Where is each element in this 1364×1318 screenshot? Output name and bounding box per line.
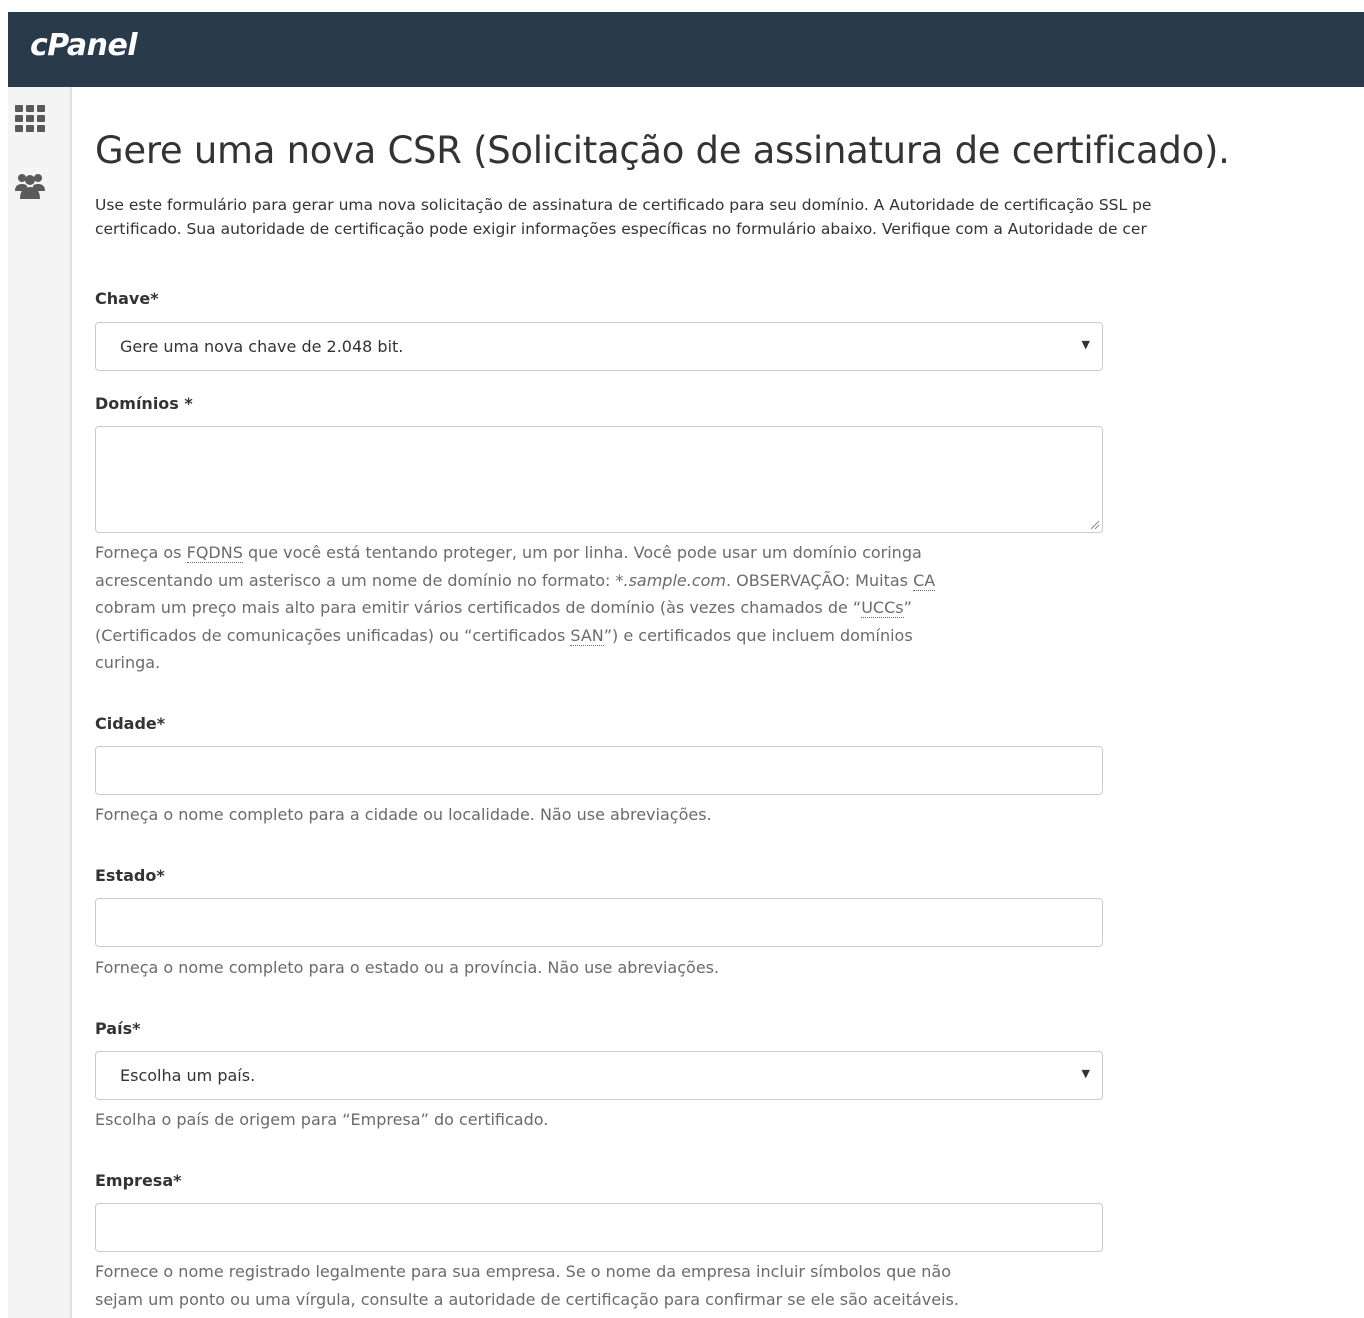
country-select-value: Escolha um país. [120, 1066, 256, 1085]
help-text: Forneça os [95, 543, 187, 562]
caret-down-icon: ▼ [1081, 1067, 1090, 1080]
state-help: Forneça o nome completo para o estado ou… [95, 958, 720, 977]
key-select[interactable]: Gere uma nova chave de 2.048 bit. ▼ [95, 322, 1103, 371]
domains-label: Domínios * [95, 394, 193, 413]
domains-help: Forneça os FQDNS que você está tentando … [95, 539, 1105, 677]
help-text: cobram um preço mais alto para emitir vá… [95, 598, 862, 617]
city-label: Cidade* [95, 714, 166, 733]
sidebar [8, 87, 72, 1318]
state-label: Estado* [95, 866, 165, 885]
help-text: (Certificados de comunicações unificadas… [95, 625, 571, 645]
top-navbar: cPanel [8, 12, 1364, 87]
state-input[interactable] [95, 898, 1103, 947]
help-text: que você está tentando proteger, um por … [242, 543, 922, 562]
country-label: País* [95, 1019, 141, 1038]
ca-abbr: CA [913, 570, 936, 591]
uccs-abbr: UCCs [861, 598, 904, 618]
fqdns-abbr: FQDNS [186, 543, 243, 563]
help-text: Fornece o nome registrado legalmente par… [95, 1262, 952, 1281]
cpanel-logo[interactable]: cPanel [30, 28, 138, 63]
users-icon[interactable] [14, 169, 46, 201]
help-text: acrescentando um asterisco a um nome de … [95, 570, 616, 590]
help-text: ”) e certificados que incluem domínios [603, 625, 913, 645]
page-title: Gere uma nova CSR (Solicitação de assina… [95, 129, 1230, 172]
help-text: . OBSERVAÇÃO: Muitas [726, 570, 914, 590]
sample-domain: *.sample.com [615, 570, 726, 590]
country-help: Escolha o país de origem para “Empresa” … [95, 1110, 549, 1129]
help-text: curinga. [95, 653, 161, 672]
company-help: Fornece o nome registrado legalmente par… [95, 1258, 1105, 1313]
grid-icon[interactable] [14, 103, 46, 135]
domains-textarea[interactable] [95, 426, 1103, 533]
help-text: sejam um ponto ou uma vírgula, consulte … [95, 1289, 959, 1309]
key-label: Chave* [95, 289, 159, 308]
city-help: Forneça o nome completo para a cidade ou… [95, 805, 712, 824]
company-input[interactable] [95, 1203, 1103, 1252]
main-content: Gere uma nova CSR (Solicitação de assina… [95, 87, 1364, 1318]
resize-grip-icon[interactable] [1090, 520, 1100, 530]
caret-down-icon: ▼ [1081, 338, 1090, 351]
country-select[interactable]: Escolha um país. ▼ [95, 1051, 1103, 1100]
company-label: Empresa* [95, 1171, 182, 1190]
intro-line: Use este formulário para gerar uma nova … [95, 196, 1152, 214]
intro-line: certificado. Sua autoridade de certifica… [95, 220, 1147, 238]
intro-text: Use este formulário para gerar uma nova … [95, 193, 1151, 241]
help-text: ” [903, 598, 912, 617]
san-abbr: SAN [570, 625, 604, 646]
key-select-value: Gere uma nova chave de 2.048 bit. [120, 337, 404, 356]
city-input[interactable] [95, 746, 1103, 795]
